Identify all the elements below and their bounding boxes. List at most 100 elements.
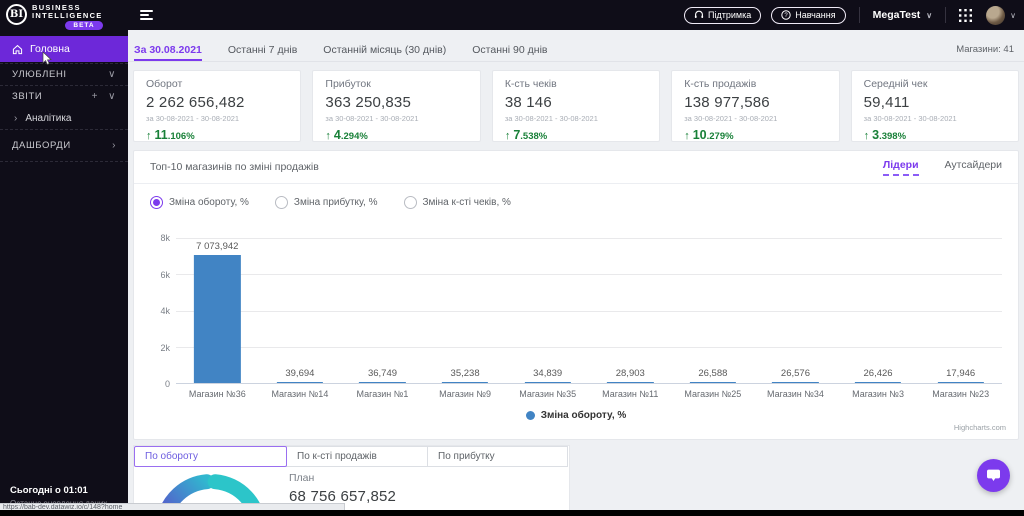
chevron-right-icon: › [14, 112, 18, 124]
tab-period-3[interactable]: Останні 90 днів [472, 38, 547, 61]
legend-dot-icon [525, 411, 535, 420]
legend-item[interactable]: Зміна обороту, % [525, 410, 627, 421]
arrow-up-icon: ↑ [504, 130, 511, 142]
y-tick: 8k [160, 233, 170, 243]
menu-toggle-icon[interactable] [140, 10, 153, 20]
radio-icon [150, 196, 163, 209]
plan-label: План [289, 472, 315, 484]
bar[interactable] [524, 382, 571, 383]
x-category-label: Магазин №25 [684, 389, 742, 399]
workspace-selector[interactable]: MegaTest ∨ [873, 9, 933, 21]
tab-outsiders[interactable]: Аутсайдери [945, 159, 1002, 176]
tab-period-0[interactable]: За 30.08.2021 [134, 38, 202, 61]
radio-profit-change[interactable]: Зміна прибутку, % [274, 196, 378, 209]
x-category-label: Магазин №34 [767, 389, 824, 399]
workspace-name: MegaTest [872, 9, 921, 21]
x-category-label: Магазин №11 [602, 389, 659, 399]
tab-by-sales-count[interactable]: По к-сті продажів [286, 446, 428, 467]
brand-logo[interactable]: BI BUSINESS INTELLIGENCE BETA [0, 1, 128, 30]
avatar [986, 5, 1006, 25]
bar[interactable] [441, 382, 489, 383]
radio-icon [274, 196, 288, 209]
leaders-tabs: Лідери Аутсайдери [882, 159, 1002, 176]
radio-icon [403, 196, 417, 209]
plan-fact-tabs: По обороту По к-сті продажів По прибутку [134, 446, 569, 467]
support-label: Підтримка [708, 10, 752, 20]
sidebar-item-dashboards[interactable]: ДАШБОРДИ › [0, 130, 128, 161]
chevron-down-icon: ∨ [108, 69, 116, 80]
bar-value-label: 35,238 [450, 368, 480, 380]
tab-leaders[interactable]: Лідери [882, 159, 919, 176]
x-category-label: Магазин №3 [852, 389, 904, 399]
question-circle-icon: ? [781, 10, 791, 20]
sidebar-item-analytics[interactable]: › Аналітика [0, 107, 128, 129]
bar-slot: 26,426 [837, 238, 920, 383]
bar[interactable] [607, 382, 654, 383]
chevron-down-icon: ∨ [926, 10, 933, 20]
page: BI BUSINESS INTELLIGENCE BETA Підтримка … [0, 0, 1024, 516]
user-menu[interactable]: ∨ [986, 5, 1016, 25]
arrow-up-icon: ↑ [325, 130, 331, 142]
x-category-label: Магазин №9 [439, 389, 492, 399]
radio-turnover-change[interactable]: Зміна обороту, % [150, 196, 249, 209]
training-button[interactable]: ? Навчання [771, 6, 846, 24]
bar-slot: 17,946 [919, 238, 1002, 383]
sidebar-item-home[interactable]: Головна [0, 36, 128, 65]
kpi-card-profit[interactable]: Прибуток 363 250,835 за 30-08-2021 - 30-… [312, 70, 481, 142]
arrow-up-icon: ↑ [146, 130, 152, 142]
kpi-card-sales[interactable]: К-сть продажів 138 977,586 за 30-08-2021… [671, 70, 840, 142]
plot-area: 7 073,942 39,694 36,749 35,238 34,839 28,903 2… [176, 238, 1002, 384]
arrow-up-icon: ↑ [863, 130, 870, 142]
bar-slot: 34,839 [506, 238, 589, 383]
top10-chart-card: Топ-10 магазинів по зміні продажів Лідер… [133, 150, 1019, 440]
bar-slot: 7 073,942 [176, 238, 259, 383]
period-tabs: За 30.08.2021 Останні 7 днів Останній мі… [128, 38, 1024, 62]
plus-icon[interactable]: + [92, 91, 98, 102]
bar-value-label: 26,426 [863, 368, 893, 380]
bottom-black-strip [0, 510, 1024, 516]
bar[interactable] [937, 382, 984, 383]
bar[interactable] [854, 382, 902, 383]
mouse-cursor [42, 52, 52, 65]
bar[interactable] [194, 254, 241, 383]
sidebar: Головна УЛЮБЛЕНІ ∨ ЗВІТИ + ∨ › Аналітика… [0, 30, 128, 516]
bar-value-label: 7 073,942 [196, 240, 239, 252]
bar[interactable] [359, 382, 406, 383]
kpi-card-receipts[interactable]: К-сть чеків 38 146 за 30-08-2021 - 30-08… [491, 70, 661, 142]
apps-grid-icon[interactable] [959, 8, 973, 22]
x-category-label: Магазин №1 [356, 389, 409, 399]
bar-value-label: 36,749 [367, 368, 398, 380]
y-tick: 0 [164, 379, 170, 389]
kpi-card-turnover[interactable]: Оборот 2 262 656,482 за 30-08-2021 - 30-… [133, 70, 302, 142]
y-tick: 6k [160, 269, 170, 280]
support-button[interactable]: Підтримка [684, 6, 762, 24]
chevron-down-icon: ∨ [1010, 10, 1016, 20]
sidebar-item-reports[interactable]: ЗВІТИ + ∨ [0, 86, 128, 107]
home-icon [12, 44, 23, 54]
bar[interactable] [689, 382, 736, 383]
x-category-label: Магазин №36 [188, 389, 246, 399]
tab-by-profit[interactable]: По прибутку [427, 446, 568, 467]
bar-slot: 35,238 [424, 238, 507, 383]
bar-value-label: 17,946 [946, 368, 976, 380]
legend-label: Зміна обороту, % [540, 410, 627, 421]
tab-by-turnover[interactable]: По обороту [134, 446, 287, 467]
bar[interactable] [276, 382, 324, 383]
sidebar-item-favorites[interactable]: УЛЮБЛЕНІ ∨ [0, 64, 128, 85]
bar-value-label: 34,839 [533, 368, 563, 380]
tab-period-2[interactable]: Останній місяць (30 днів) [323, 38, 446, 61]
chevron-down-icon: ∨ [108, 91, 116, 102]
kpi-card-avg-receipt[interactable]: Середній чек 59,411 за 30-08-2021 - 30-0… [850, 70, 1020, 142]
radio-receipts-change[interactable]: Зміна к-сті чеків, % [403, 196, 511, 209]
chat-button[interactable] [977, 459, 1010, 492]
x-category-label: Магазин №35 [519, 389, 577, 399]
highcharts-credit[interactable]: Highcharts.com [954, 423, 1006, 432]
y-tick: 4k [160, 306, 170, 316]
y-tick: 2k [160, 342, 170, 353]
bar-slot: 26,576 [754, 238, 837, 383]
bar[interactable] [772, 382, 819, 383]
tab-period-1[interactable]: Останні 7 днів [228, 38, 297, 61]
brand-line2: INTELLIGENCE [32, 10, 103, 20]
bar-value-label: 26,576 [780, 368, 810, 380]
y-axis: 8k 6k 4k 2k 0 [140, 233, 170, 389]
